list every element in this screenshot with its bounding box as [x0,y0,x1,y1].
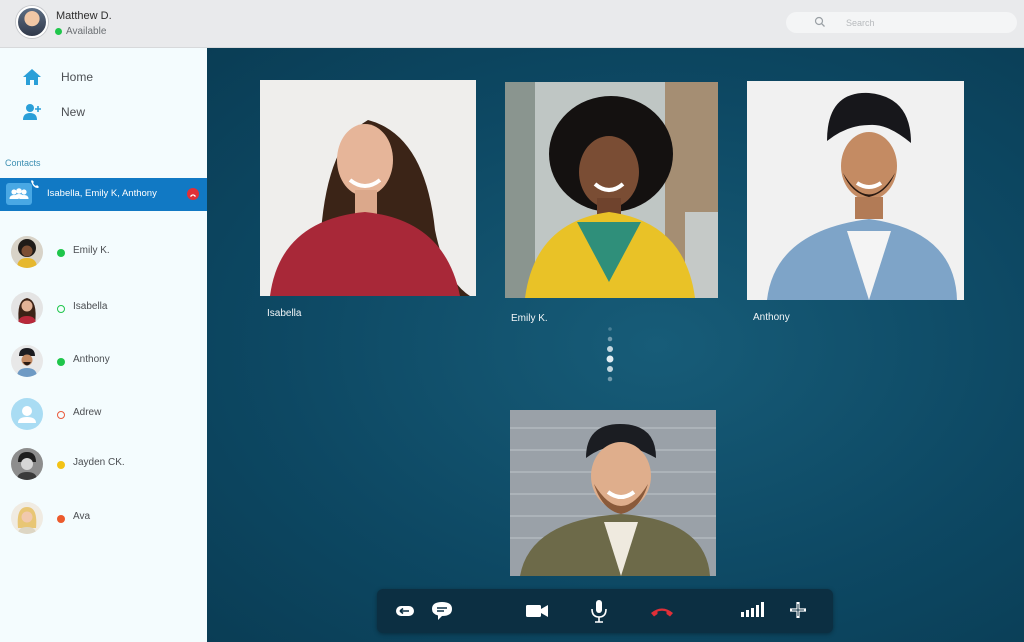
add-contact-icon [23,104,41,120]
status-dot [57,358,65,366]
avatar [11,448,43,480]
video-tile-isabella[interactable] [260,80,476,296]
contacts-heading: Contacts [5,158,41,168]
contact-name: Emily K. [73,245,110,256]
status-dot [57,411,65,419]
active-call-label: Isabella, Emily K, Anthony [47,188,157,199]
add-participant-icon[interactable] [785,598,811,624]
status-dot [57,249,65,257]
status-dot [55,28,62,35]
self-view-video[interactable] [510,410,716,576]
active-call-item[interactable]: Isabella, Emily K, Anthony [0,178,207,211]
top-bar: Matthew D. Available [0,0,1024,48]
contact-item-adrew[interactable]: Adrew [0,390,207,440]
pagination-dots[interactable] [605,326,615,388]
call-controls-bar [377,589,833,633]
group-call-icon [6,183,32,205]
home-icon [23,69,41,85]
contact-item-isabella[interactable]: Isabella [0,284,207,334]
sidebar-item-label: Home [61,70,94,84]
default-avatar-icon [11,398,43,430]
avatar [11,502,43,534]
search-box[interactable] [786,12,1017,33]
sidebar-item-label: New [61,105,86,119]
hang-up-icon[interactable] [649,598,675,624]
contact-item-emily[interactable]: Emily K. [0,228,207,278]
participant-video [505,82,718,298]
contact-item-anthony[interactable]: Anthony [0,337,207,387]
contact-name: Isabella [73,301,108,312]
chat-icon[interactable] [429,598,455,624]
video-tile-anthony[interactable] [747,81,964,300]
video-tile-emily[interactable] [505,82,718,298]
status-dot [57,461,65,469]
user-name: Matthew D. [56,10,112,22]
avatar [11,292,43,324]
video-camera-icon[interactable] [524,598,550,624]
participant-video [510,410,716,576]
sidebar-item-home[interactable]: Home [0,62,207,92]
status-dot [57,515,65,523]
contact-item-jayden[interactable]: Jayden CK. [0,440,207,490]
avatar [11,345,43,377]
status-dot [57,305,65,313]
contact-name: Anthony [73,354,110,365]
search-input[interactable] [846,15,1006,30]
contact-name: Jayden CK. [73,457,125,468]
user-avatar[interactable] [16,6,48,38]
search-icon[interactable] [814,16,826,28]
sidebar: Home New Contacts Isabella, Emily K, Ant… [0,48,207,642]
contact-name: Adrew [73,407,102,418]
sidebar-item-new[interactable]: New [0,97,207,127]
user-status[interactable]: Available [66,26,106,37]
avatar [11,236,43,268]
participant-video [747,81,964,300]
back-icon[interactable] [392,598,418,624]
end-call-icon[interactable] [187,188,199,200]
microphone-icon[interactable] [586,598,612,624]
signal-icon[interactable] [739,598,765,624]
participant-name: Emily K. [511,313,548,324]
participant-name: Isabella [267,308,302,319]
participant-video [260,80,476,296]
contact-item-ava[interactable]: Ava [0,494,207,544]
video-stage: Isabella Emily K. Anthony [207,48,1024,642]
participant-name: Anthony [753,312,790,323]
contact-name: Ava [73,511,91,522]
phone-icon [31,180,39,188]
